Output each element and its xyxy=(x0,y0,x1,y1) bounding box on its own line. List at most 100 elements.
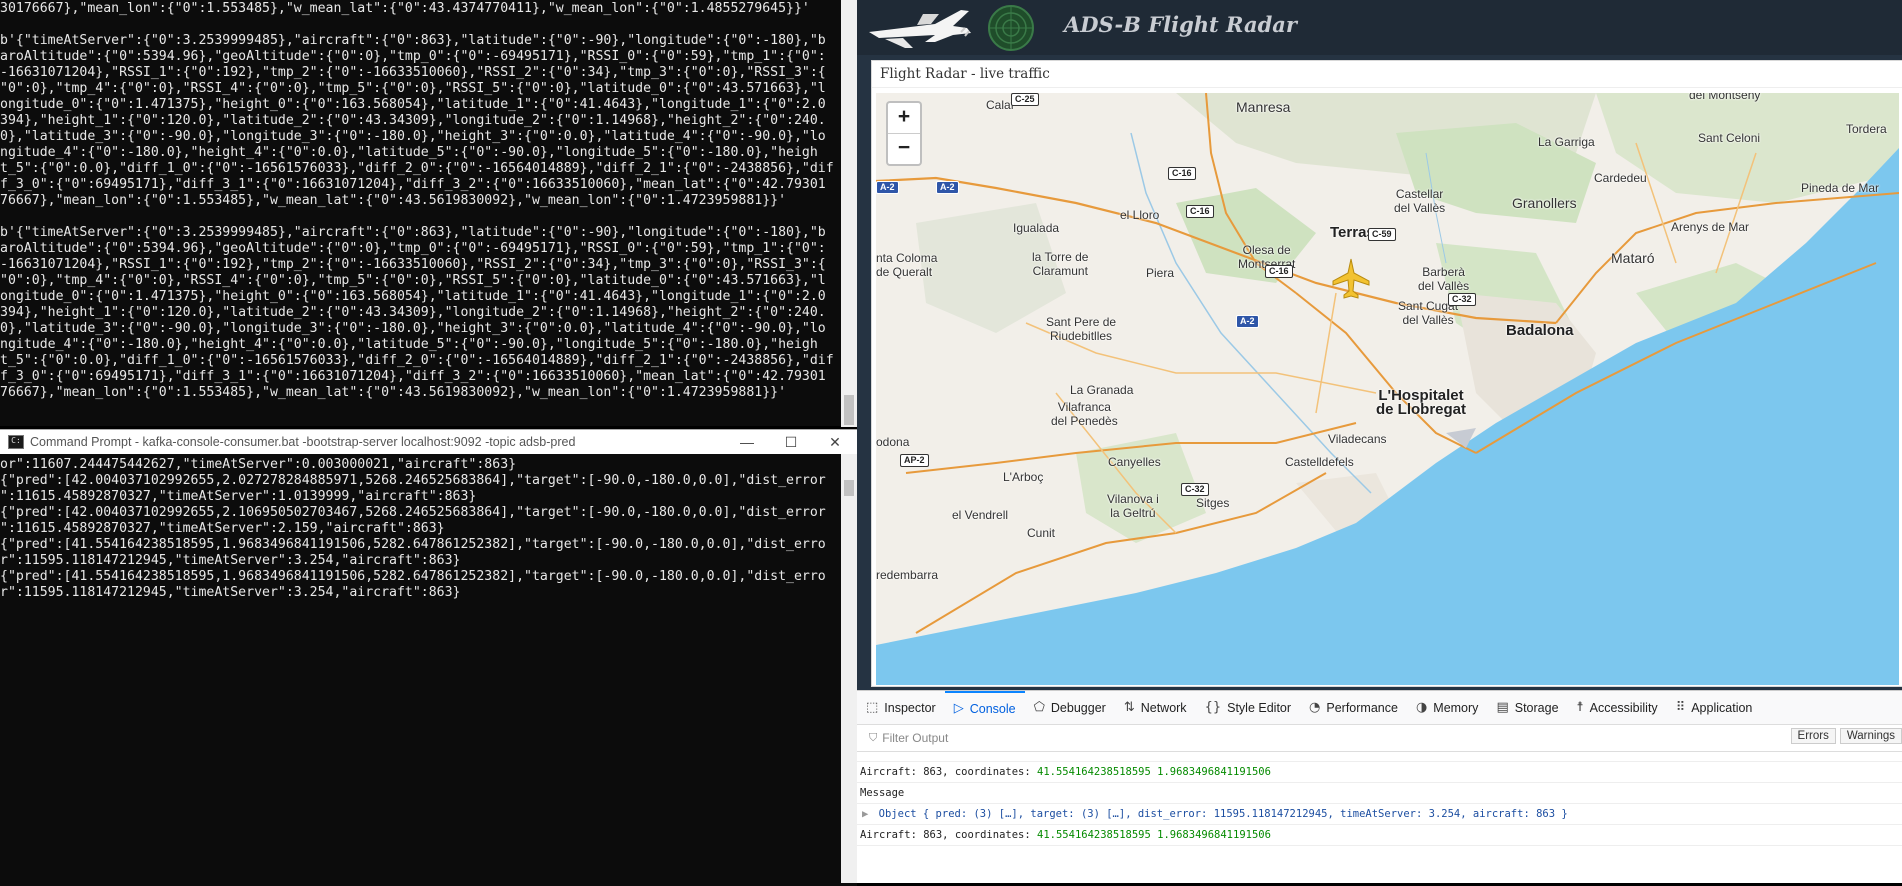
devtools-tab-label: Accessibility xyxy=(1589,700,1658,715)
road-ap2: AP-2 xyxy=(900,454,929,467)
consumer-output-line: {"pred":[42.004037102992655,2.1069505027… xyxy=(0,505,826,520)
devtools-tab-inspector[interactable]: ⬚ Inspector xyxy=(857,691,945,724)
devtools-panel: ⬚ Inspector ▷ Console ⬠ Debugger ⇅ Network {} Sty… xyxy=(857,690,1902,883)
devtools-tab-label: Inspector xyxy=(884,700,936,715)
place-la-torre: la Torre de Claramunt xyxy=(1032,250,1089,278)
devtools-tab-label: Memory xyxy=(1433,700,1479,715)
place-castelldefels: Castelldefels xyxy=(1285,455,1354,469)
browser-window: ADS-B Flight Radar Flight Radar - live t… xyxy=(857,0,1902,883)
terminal-line: -16631071204},"RSSI_1":{"0":192},"tmp_2"… xyxy=(0,65,826,80)
close-button[interactable]: ✕ xyxy=(813,434,857,451)
zoom-in-button[interactable]: + xyxy=(888,103,920,134)
terminal-line: ngitude_4":{"0":-180.0},"height_4":{"0":… xyxy=(0,145,818,160)
terminal-top-scrollbar[interactable] xyxy=(841,0,857,427)
console-log-label: Aircraft: 863, coordinates: xyxy=(860,829,1038,841)
console-row[interactable]: ▶ Object { pred: (3) […], target: (3) […… xyxy=(857,804,1902,825)
terminal-line: 0},"latitude_3":{"0":-90.0},"longitude_3… xyxy=(0,129,826,144)
zoom-out-button[interactable]: − xyxy=(888,134,920,164)
place-viladecans: Viladecans xyxy=(1328,432,1387,446)
terminal-top-scroll-thumb[interactable] xyxy=(844,395,854,425)
terminal-line: 0},"latitude_3":{"0":-90.0},"longitude_3… xyxy=(0,321,826,336)
terminal-consumer: or":11607.244475442627,"timeAtServer":0.… xyxy=(0,454,857,886)
terminal-line: aroAltitude":{"0":5394.96},"geoAltitude"… xyxy=(0,49,826,64)
filter-output-input[interactable]: Filter Output xyxy=(882,731,948,745)
devtools-tab-storage[interactable]: ▤ Storage xyxy=(1487,691,1567,724)
place-barbera: Barberà del Vallès xyxy=(1418,265,1470,293)
console-filter-bar: ⛉ Filter Output Errors Warnings xyxy=(857,725,1902,752)
devtools-tab-console[interactable]: ▷ Console xyxy=(944,691,1025,724)
console-log-lon: 1.9683496841191506 xyxy=(1157,766,1271,778)
consumer-output-line: or":11607.244475442627,"timeAtServer":0.… xyxy=(0,457,517,472)
console-row-partial xyxy=(857,752,1902,762)
road-c16-b: C-16 xyxy=(1186,205,1214,218)
airplane-icon[interactable] xyxy=(1329,257,1373,301)
radar-icon xyxy=(988,5,1034,51)
terminal-line: -16631071204},"RSSI_1":{"0":192},"tmp_2"… xyxy=(0,257,826,272)
errors-filter-button[interactable]: Errors xyxy=(1790,728,1836,744)
consumer-output-line: {"pred":[41.554164238518595,1.9683496841… xyxy=(0,569,826,584)
place-redembarra: redembarra xyxy=(876,568,939,582)
map-view[interactable]: + − Calaf Manresa del Montseny Tordera L… xyxy=(876,93,1899,685)
place-granollers: Granollers xyxy=(1512,195,1577,211)
place-castellar: Castellar del Vallès xyxy=(1394,187,1446,215)
devtools-tab-label: Console xyxy=(969,701,1016,716)
devtools-tab-debugger[interactable]: ⬠ Debugger xyxy=(1025,691,1115,724)
consumer-window-titlebar[interactable]: C: Command Prompt - kafka-console-consum… xyxy=(0,429,857,454)
devtools-tab-memory[interactable]: ◑ Memory xyxy=(1407,691,1488,724)
devtools-tab-performance[interactable]: ◔ Performance xyxy=(1300,691,1407,724)
console-row: Aircraft: 863, coordinates: 41.554164238… xyxy=(857,825,1902,846)
road-c16-c: C-16 xyxy=(1265,265,1293,278)
terminal-consumer-scrollbar[interactable] xyxy=(841,454,857,883)
place-monseny: del Montseny xyxy=(1689,93,1761,102)
place-el-vendrell: el Vendrell xyxy=(952,508,1009,522)
console-message-label: Message xyxy=(860,787,905,799)
console-row: Message xyxy=(857,783,1902,804)
consumer-output-line: {"pred":[42.004037102992655,2.0272782848… xyxy=(0,473,826,488)
terminal-line: ongitude_0":{"0":1.471375},"height_0":{"… xyxy=(0,289,826,304)
road-a2-b: A-2 xyxy=(1236,315,1259,328)
road-c32-a: C-32 xyxy=(1448,293,1476,306)
devtools-tab-style-editor[interactable]: {} Style Editor xyxy=(1196,691,1300,724)
maximize-button[interactable]: ☐ xyxy=(769,434,813,451)
expand-toggle-icon[interactable]: ▶ xyxy=(862,808,868,820)
consumer-output-line: ":11615.45892870327,"timeAtServer":2.159… xyxy=(0,521,445,536)
command-prompt-icon: C: xyxy=(8,435,24,449)
devtools-tab-network[interactable]: ⇅ Network xyxy=(1115,691,1196,724)
place-canyelles: Canyelles xyxy=(1108,455,1161,469)
devtools-tab-application[interactable]: ⠿ Application xyxy=(1667,691,1762,724)
place-la-granada: La Granada xyxy=(1070,383,1134,397)
consumer-output-line: {"pred":[41.554164238518595,1.9683496841… xyxy=(0,537,826,552)
storage-icon: ▤ xyxy=(1496,700,1509,715)
devtools-tab-label: Performance xyxy=(1326,700,1398,715)
terminal-line: "0":0},"tmp_4":{"0":0},"RSSI_4":{"0":0},… xyxy=(0,273,826,288)
consumer-output-line: r":11595.118147212945,"timeAtServer":3.2… xyxy=(0,553,461,568)
minimize-button[interactable]: — xyxy=(725,434,769,451)
place-sant-pere: Sant Pere de Riudebitlles xyxy=(1046,315,1117,343)
console-object[interactable]: Object { pred: (3) […], target: (3) […],… xyxy=(879,808,1568,820)
devtools-tabbar: ⬚ Inspector ▷ Console ⬠ Debugger ⇅ Network {} Sty… xyxy=(857,691,1902,725)
app-header: ADS-B Flight Radar xyxy=(857,0,1902,55)
style-editor-icon: {} xyxy=(1204,700,1222,715)
warnings-filter-button[interactable]: Warnings xyxy=(1839,728,1902,744)
flight-radar-panel: Flight Radar - live traffic + − Calaf Ma… xyxy=(871,60,1902,687)
road-c32-b: C-32 xyxy=(1181,483,1209,496)
devtools-tab-accessibility[interactable]: ☨ Accessibility xyxy=(1568,691,1667,724)
terminal-line: ngitude_4":{"0":-180.0},"height_4":{"0":… xyxy=(0,337,818,352)
console-output: Aircraft: 863, coordinates: 41.554164238… xyxy=(857,752,1902,846)
place-igualada: Igualada xyxy=(1013,221,1060,235)
place-piera: Piera xyxy=(1146,266,1175,280)
inspector-icon: ⬚ xyxy=(866,700,879,715)
place-hospitalet: L'Hospitalet de Llobregat xyxy=(1376,387,1467,418)
place-badalona: Badalona xyxy=(1506,322,1574,339)
terminal-line: 30176667},"mean_lon":{"0":1.553485},"w_m… xyxy=(0,1,810,16)
accessibility-icon: ☨ xyxy=(1576,700,1584,715)
memory-icon: ◑ xyxy=(1415,700,1428,715)
place-vilanova: Vilanova i la Geltrú xyxy=(1107,492,1159,520)
terminal-consumer-scroll-thumb[interactable] xyxy=(844,480,854,496)
terminal-line: 394},"height_1":{"0":120.0},"latitude_2"… xyxy=(0,305,826,320)
terminal-line: b'{"timeAtServer":{"0":3.2539999485},"ai… xyxy=(0,33,826,48)
devtools-tab-label: Network xyxy=(1140,700,1187,715)
terminal-line: 76667},"mean_lon":{"0":1.553485},"w_mean… xyxy=(0,193,787,208)
